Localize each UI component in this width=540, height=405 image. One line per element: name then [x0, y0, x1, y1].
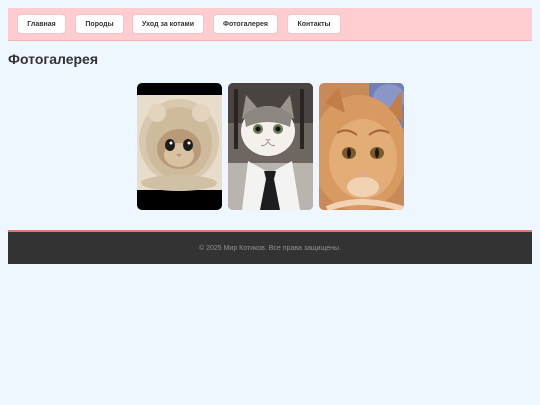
nav-cat-care-button[interactable]: Уход за котами — [132, 14, 204, 34]
nav-breeds-button[interactable]: Породы — [75, 14, 124, 34]
nav-home-button[interactable]: Главная — [17, 14, 66, 34]
kitten-hood-image — [137, 83, 222, 210]
gallery-photo-kitten-hood[interactable] — [137, 83, 222, 210]
page-title: Фотогалерея — [8, 51, 98, 67]
photo-gallery — [137, 83, 404, 210]
site-footer: © 2025 Мир Котиков. Все права защищены. — [8, 230, 532, 264]
gallery-photo-ginger-kitten[interactable] — [319, 83, 404, 210]
nav-gallery-button[interactable]: Фотогалерея — [213, 14, 278, 34]
nav-contacts-button[interactable]: Контакты — [287, 14, 341, 34]
copyright-text: © 2025 Мир Котиков. Все права защищены. — [198, 244, 342, 252]
kitten-tie-image — [228, 83, 313, 210]
main-nav: Главная Породы Уход за котами Фотогалере… — [8, 8, 532, 41]
gallery-photo-kitten-tie[interactable] — [228, 83, 313, 210]
ginger-kitten-image — [319, 83, 404, 210]
